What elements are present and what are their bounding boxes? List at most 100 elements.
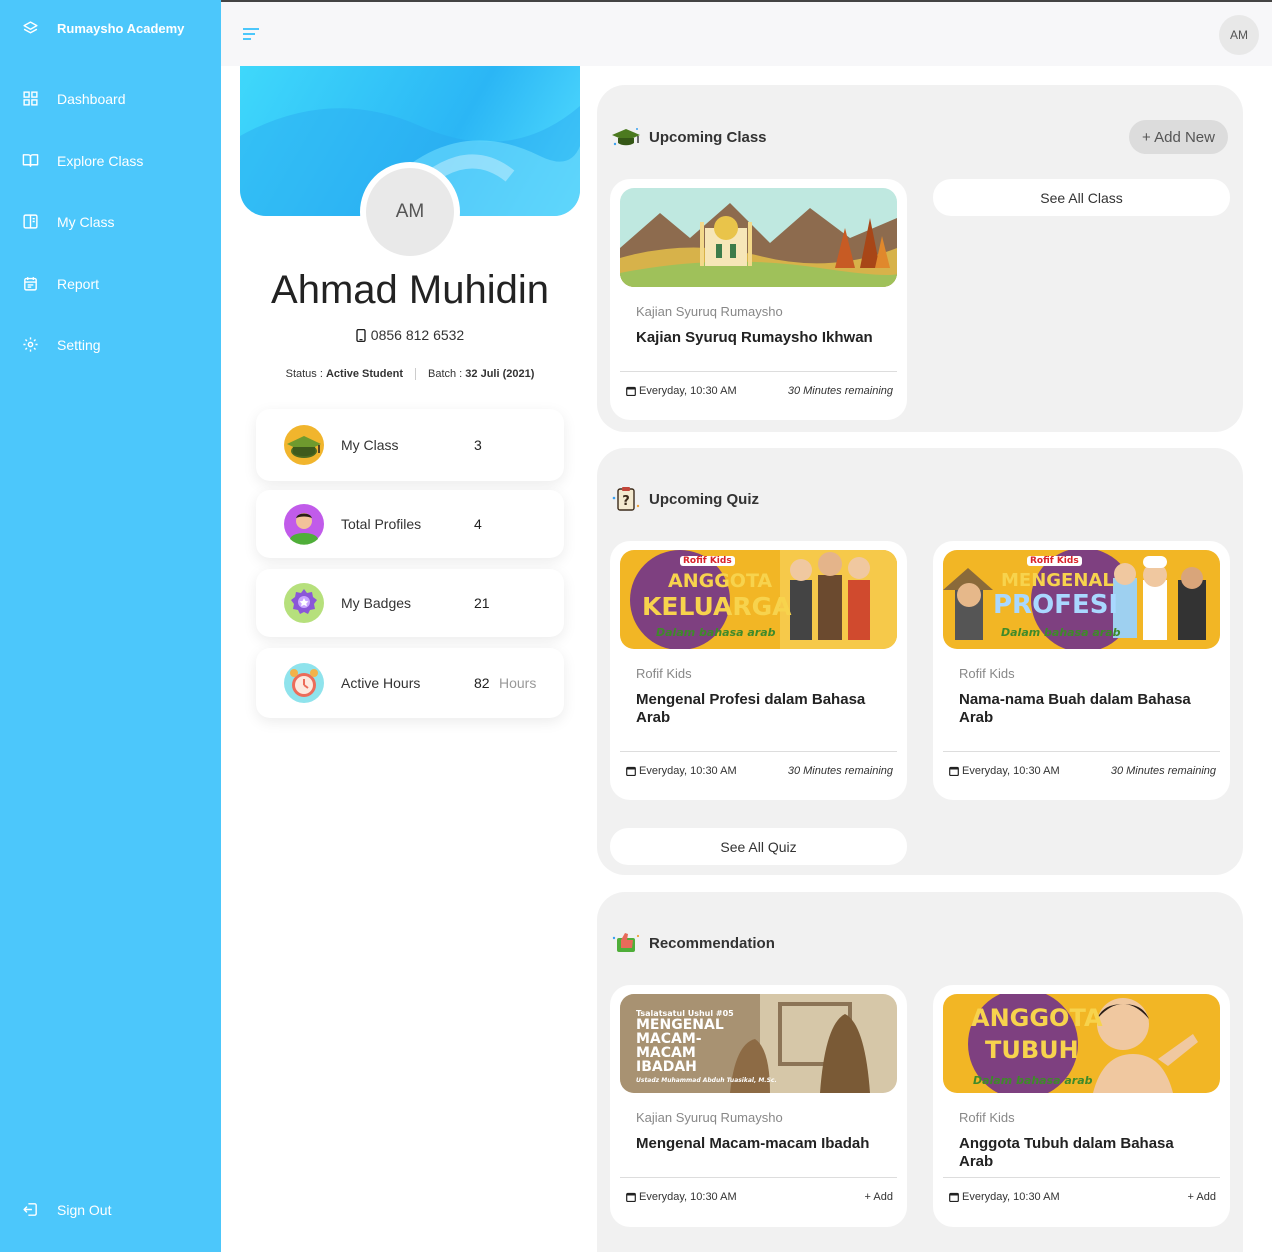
status-label: Status : [285,368,326,380]
thumb-sub: Ustadz Muhammad Abduh Tuasikal, M.Sc. [636,1077,777,1084]
stat-value: 82 [474,675,490,691]
grid-icon [23,91,38,106]
recommendation-schedule: Everyday, 10:30 AM [949,1191,1060,1203]
thumb-sub: Dalam bahasa arab [656,626,776,639]
recommendation-schedule: Everyday, 10:30 AM [626,1191,737,1203]
recommendation-course-title: Anggota Tubuh dalam Bahasa Arab [959,1135,1174,1170]
class-title: Kajian Syuruq Rumaysho Ikhwan [636,329,873,346]
calendar-icon [626,1192,636,1202]
profile-name: Ahmad Muhidin [271,268,549,312]
panel-title-text: Recommendation [649,934,775,952]
quiz-card-footer: Everyday, 10:30 AM 30 Minutes remaining [620,751,897,789]
sidebar: Rumaysho Academy Dashboard Explore Class… [0,0,221,1252]
stat-value: 21 [474,595,490,611]
graduation-cap-icon [284,425,324,465]
sidebar-item-label: Dashboard [57,90,126,107]
recommendation-card[interactable]: Tsalatsatul Ushul #05 MENGENAL MACAM- MA… [610,985,907,1227]
recommendation-title: Recommendation [611,930,775,956]
thumb-brand: Rofif Kids [1027,556,1082,566]
stat-label: My Class [341,437,399,453]
see-all-class-button[interactable]: See All Class [933,179,1230,216]
recommendation-category: Kajian Syuruq Rumaysho [636,1110,783,1125]
book-open-icon [22,154,39,167]
quiz-category: Rofif Kids [959,666,1015,681]
see-all-quiz-button[interactable]: See All Quiz [610,828,907,865]
recommendation-card-footer: Everyday, 10:30 AM + Add [620,1177,897,1215]
class-card-footer: Everyday, 10:30 AM 30 Minutes remaining [620,371,897,409]
batch-value: 32 Juli (2021) [465,368,535,380]
thumb-line4: IBADAH [636,1059,697,1075]
quiz-thumbnail-anggota-keluarga: Rofif Kids ANGGOTA KELUARGA Dalam bahasa… [620,550,897,649]
quiz-schedule: Everyday, 10:30 AM [626,765,737,777]
add-button[interactable]: + Add [865,1191,893,1203]
recommendation-panel: Recommendation Tsalatsatul Ushul #05 MEN… [597,892,1243,1252]
calendar-icon [949,766,959,776]
calendar-report-icon [24,277,37,291]
sidebar-item-explore-class[interactable]: Explore Class [22,152,143,169]
quiz-clipboard-icon: ? [612,487,640,511]
batch-label: Batch : [427,368,466,380]
thumb-line2: KELUARGA [642,592,792,621]
stat-value: 4 [474,516,482,532]
sidebar-item-setting[interactable]: Setting [22,336,101,353]
batch-info: Batch : 32 Juli (2021) [414,368,546,380]
gear-icon [23,337,38,352]
schedule-text: Everyday, 10:30 AM [639,1190,737,1203]
profile-avatar[interactable]: AM [360,162,460,262]
quiz-title: Nama-nama Buah dalam Bahasa Arab [959,691,1191,726]
add-new-button[interactable]: + Add New [1129,120,1228,154]
topbar: AM [221,0,1272,66]
recommendation-card-footer: Everyday, 10:30 AM + Add [943,1177,1220,1215]
recommendation-card[interactable]: ANGGOTA TUBUH Dalam bahasa arab Rofif Ki… [933,985,1230,1227]
notebook-icon [23,214,38,229]
stat-label: Total Profiles [341,516,422,532]
sidebar-item-label: My Class [57,213,115,230]
schedule-text: Everyday, 10:30 AM [962,764,1060,777]
alarm-clock-icon [284,663,324,703]
stat-value: 3 [474,437,482,453]
sidebar-item-dashboard[interactable]: Dashboard [22,90,126,107]
quiz-category: Rofif Kids [636,666,692,681]
phone-number: 0856 812 6532 [370,327,465,343]
upcoming-class-panel: Upcoming Class + Add New See All Class K… [597,85,1243,432]
graduation-cap-icon [612,128,640,146]
brand-name: Rumaysho Academy [57,21,185,36]
stat-card-my-class[interactable]: My Class 3 [256,409,564,481]
quiz-card[interactable]: Rofif Kids ANGGOTA KELUARGA Dalam bahasa… [610,541,907,800]
stat-label: Active Hours [341,675,421,691]
thumbs-up-book-icon [612,933,640,952]
upcoming-class-title: Upcoming Class [611,125,767,149]
user-avatar[interactable]: AM [1219,15,1259,55]
add-button[interactable]: + Add [1188,1191,1216,1203]
panel-title-text: Upcoming Class [649,128,767,146]
time-remaining: 30 Minutes remaining [787,384,893,397]
menu-toggle-icon[interactable] [243,26,261,42]
profile-status-row: Status : Active Student Batch : 32 Juli … [240,368,580,380]
class-thumbnail-mosque [620,188,897,287]
stat-card-active-hours[interactable]: Active Hours 82 Hours [256,648,564,718]
sidebar-item-my-class[interactable]: My Class [22,213,115,230]
sign-out-button[interactable]: Sign Out [22,1201,111,1218]
sidebar-item-report[interactable]: Report [22,275,99,292]
phone-icon [356,328,366,342]
thumb-line2: TUBUH [985,1036,1079,1064]
recommendation-course-title: Mengenal Macam-macam Ibadah [636,1135,870,1152]
sidebar-item-label: Explore Class [57,152,144,169]
layers-icon [23,21,38,34]
brand[interactable]: Rumaysho Academy [22,20,184,37]
user-avatar-icon [284,504,324,545]
time-remaining: 30 Minutes remaining [787,764,893,777]
status-info: Status : Active Student [274,368,415,380]
class-card[interactable]: Kajian Syuruq Rumaysho Kajian Syuruq Rum… [610,179,907,420]
thumb-line1: ANGGOTA [971,1004,1103,1032]
status-value: Active Student [325,368,403,380]
profile-phone: 0856 812 6532 [240,327,580,343]
sidebar-item-label: Report [57,275,100,292]
schedule-text: Everyday, 10:30 AM [962,1190,1060,1203]
stat-label: My Badges [341,595,412,611]
stat-card-total-profiles[interactable]: Total Profiles 4 [256,490,564,558]
stat-card-my-badges[interactable]: My Badges 21 [256,569,564,637]
recommendation-thumbnail-anggota-tubuh: ANGGOTA TUBUH Dalam bahasa arab [943,994,1220,1093]
quiz-card[interactable]: Rofif Kids MENGENAL PROFESI Dalam bahasa… [933,541,1230,800]
stat-unit: Hours [499,675,537,691]
